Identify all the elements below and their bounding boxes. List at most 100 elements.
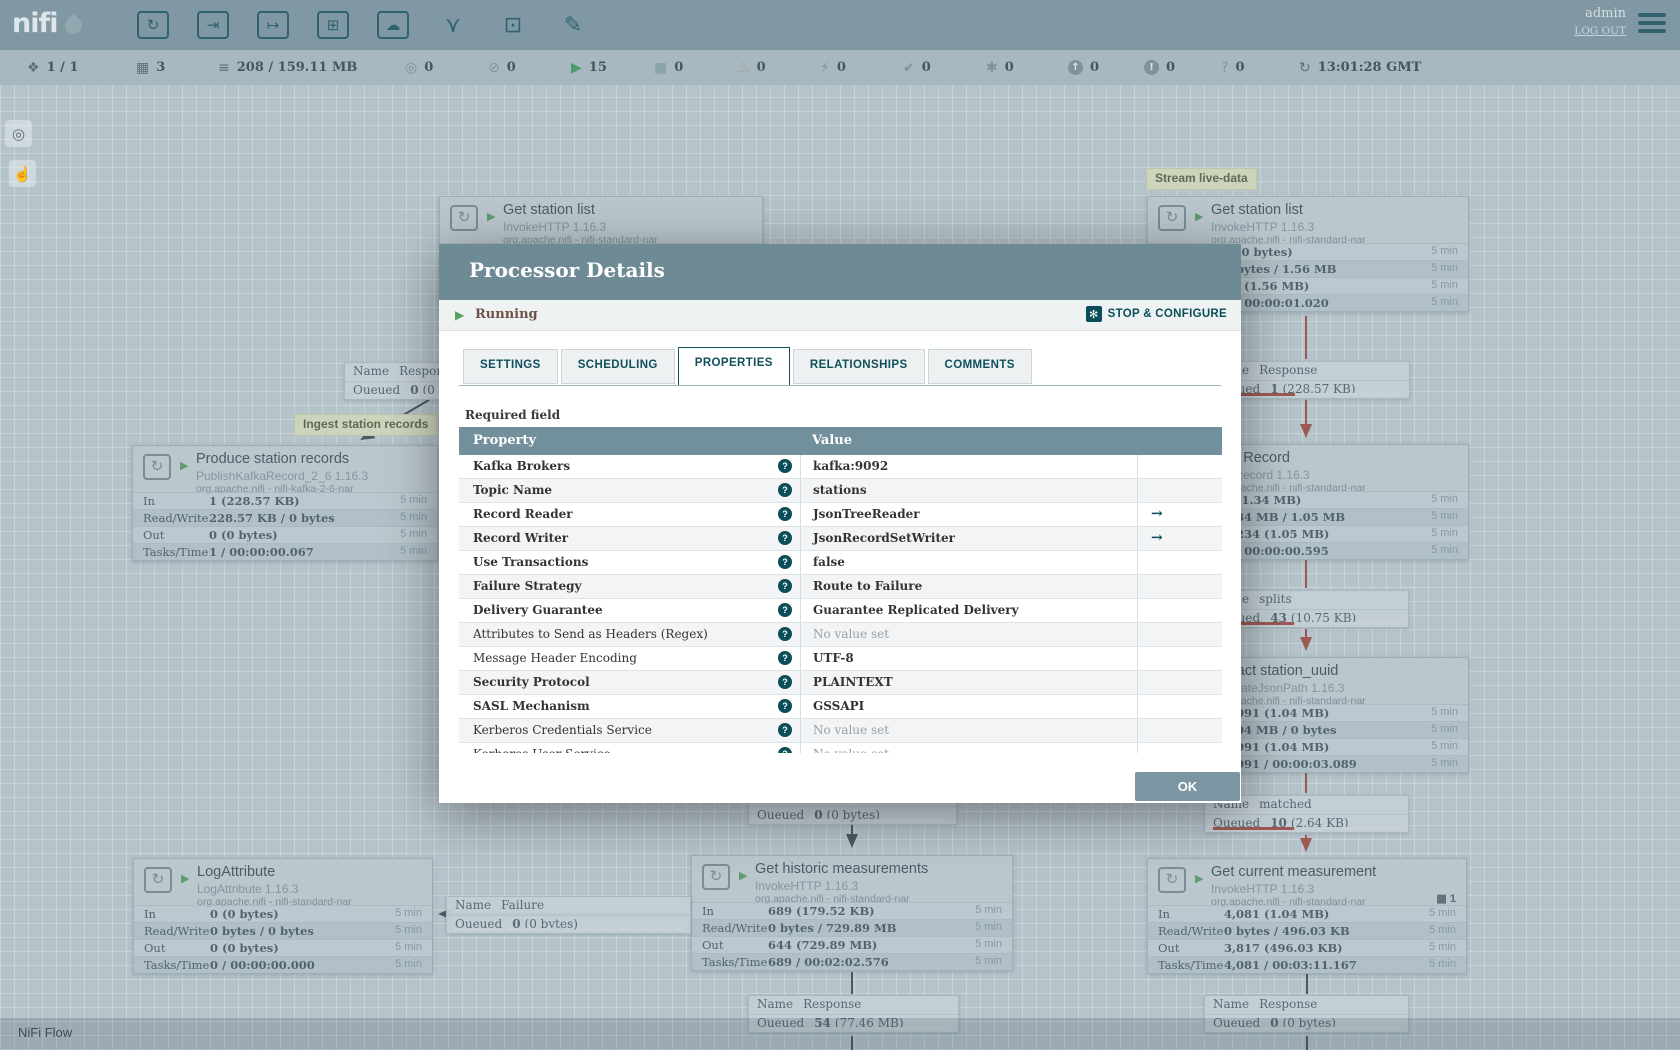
running-indicator-icon: ▶ — [739, 870, 748, 882]
stat-row: Tasks/Time 1 / 00:00:00.067 5 min — [133, 543, 437, 560]
running-indicator-icon: ▶ — [487, 211, 496, 223]
canvas-hand-icon[interactable]: ☝ — [9, 160, 36, 187]
canvas-label[interactable]: Ingest station records — [294, 414, 438, 436]
output-port-tool-icon[interactable]: ↦ — [257, 11, 289, 39]
property-row[interactable]: Use Transactions? false — [459, 551, 1222, 575]
processor-details-dialog: Processor Details ▶ Running ✻ STOP & CON… — [439, 244, 1241, 803]
invalid-status: ⚠ 0 — [737, 59, 766, 76]
canvas-target-icon[interactable]: ◎ — [5, 120, 32, 147]
tab-comments[interactable]: COMMENTS — [927, 349, 1032, 384]
processor-type: LogAttribute 1.16.3 — [197, 882, 299, 896]
ok-button[interactable]: OK — [1135, 772, 1240, 801]
processor-icon: ↻ — [1158, 205, 1186, 231]
stale-status: ↑ 0 — [1068, 50, 1099, 85]
gear-icon: ✻ — [1085, 306, 1102, 322]
global-menu-icon[interactable] — [1638, 13, 1666, 37]
property-row[interactable]: Record Writer? JsonRecordSetWriter → — [459, 527, 1222, 551]
help-icon[interactable]: ? — [778, 723, 792, 737]
help-icon[interactable]: ? — [778, 531, 792, 545]
property-row[interactable]: Record Reader? JsonTreeReader → — [459, 503, 1222, 527]
property-row[interactable]: SASL Mechanism? GSSAPI — [459, 695, 1222, 719]
help-icon[interactable]: ? — [778, 603, 792, 617]
threads-icon: ▦ — [136, 59, 150, 76]
property-row[interactable]: Kerberos Credentials Service? No value s… — [459, 719, 1222, 743]
stat-row: Out 644 (729.89 MB) 5 min — [692, 936, 1012, 953]
locally-modified-status: ✱ 0 — [986, 59, 1014, 76]
logout-link[interactable]: LOG OUT — [1574, 25, 1626, 37]
stat-row: Read/Write 0 bytes / 729.89 MB 5 min — [692, 919, 1012, 936]
goto-service-icon[interactable]: → — [1151, 530, 1163, 546]
stat-row: Tasks/Time 0 / 00:00:00.000 5 min — [134, 956, 432, 973]
property-row[interactable]: Attributes to Send as Headers (Regex)? N… — [459, 623, 1222, 647]
tab-settings[interactable]: SETTINGS — [463, 349, 558, 384]
stop-and-configure-button[interactable]: ✻ STOP & CONFIGURE — [1085, 306, 1227, 322]
help-icon[interactable]: ? — [778, 675, 792, 689]
breadcrumb[interactable]: NiFi Flow — [18, 1025, 72, 1040]
stat-row: Tasks/Time 4,081 / 00:03:11.167 5 min — [1148, 956, 1466, 973]
label-tool-icon[interactable]: ✎ — [557, 9, 589, 41]
property-row[interactable]: Delivery Guarantee? Guarantee Replicated… — [459, 599, 1222, 623]
property-row[interactable]: Message Header Encoding? UTF-8 — [459, 647, 1222, 671]
current-user: admin — [1585, 6, 1626, 21]
connection-label-failure[interactable]: Name Failure Queued 0 (0 bytes) — [446, 896, 691, 934]
processor-type: InvokeHTTP 1.16.3 — [503, 220, 607, 234]
funnel-tool-icon[interactable]: ⋎ — [437, 9, 469, 41]
processor-type: PublishKafkaRecord_2_6 1.16.3 — [196, 469, 369, 483]
remote-process-group-tool-icon[interactable]: ☁ — [377, 11, 409, 39]
processor-get-current-measurement[interactable]: ↻ ▶ Get current measurement InvokeHTTP 1… — [1147, 858, 1467, 974]
processor-type: InvokeHTTP 1.16.3 — [1211, 220, 1315, 234]
not-transmitting-icon: ⊘ — [488, 59, 500, 76]
refresh-status[interactable]: ↻ 13:01:28 GMT — [1299, 50, 1421, 85]
canvas-label[interactable]: Stream live-data — [1146, 168, 1257, 190]
help-icon[interactable]: ? — [778, 747, 792, 753]
help-icon[interactable]: ? — [778, 579, 792, 593]
run-status-text: Running — [475, 307, 538, 322]
help-icon[interactable]: ? — [778, 627, 792, 641]
processor-icon: ↻ — [143, 454, 171, 480]
running-indicator-icon: ▶ — [181, 873, 190, 885]
locally-modified-stale-status: ! 0 — [1144, 50, 1175, 85]
help-icon[interactable]: ? — [778, 651, 792, 665]
property-row[interactable]: Topic Name? stations — [459, 479, 1222, 503]
property-row[interactable]: Security Protocol? PLAINTEXT — [459, 671, 1222, 695]
stopped-icon: ■ — [654, 59, 668, 76]
tab-properties[interactable]: PROPERTIES — [677, 347, 790, 385]
template-tool-icon[interactable]: ⊡ — [497, 9, 529, 41]
property-row[interactable]: Failure Strategy? Route to Failure — [459, 575, 1222, 599]
locally-modified-icon: ✱ — [986, 59, 998, 76]
processor-get-historic-measurements[interactable]: ↻ ▶ Get historic measurements InvokeHTTP… — [691, 855, 1013, 971]
help-icon[interactable]: ? — [778, 507, 792, 521]
up-to-date-icon: ✔ — [903, 59, 915, 76]
locally-modified-stale-icon: ! — [1144, 60, 1159, 75]
sync-failure-icon: ? — [1221, 59, 1229, 76]
process-group-tool-icon[interactable]: ⊞ — [317, 11, 349, 39]
help-icon[interactable]: ? — [778, 483, 792, 497]
processor-type: InvokeHTTP 1.16.3 — [755, 879, 859, 893]
tab-relationships[interactable]: RELATIONSHIPS — [792, 349, 925, 384]
help-icon[interactable]: ? — [778, 555, 792, 569]
processor-name: LogAttribute — [197, 864, 276, 880]
required-field-note: Required field — [465, 408, 561, 422]
tab-scheduling[interactable]: SCHEDULING — [560, 349, 675, 384]
stat-row: Out 0 (0 bytes) 5 min — [134, 939, 432, 956]
input-port-tool-icon[interactable]: ⇥ — [197, 11, 229, 39]
dialog-status-bar: ▶ Running ✻ STOP & CONFIGURE — [439, 300, 1241, 331]
goto-service-icon[interactable]: → — [1151, 506, 1163, 522]
help-icon[interactable]: ? — [778, 459, 792, 473]
transmitting-icon: ◎ — [405, 59, 418, 76]
transmitting-status: ◎ 0 — [405, 59, 434, 76]
processor-type: InvokeHTTP 1.16.3 — [1211, 882, 1315, 896]
running-indicator-icon: ▶ — [1195, 211, 1204, 223]
property-row[interactable]: Kafka Brokers? kafka:9092 — [459, 455, 1222, 479]
processor-log-attribute[interactable]: ↻ ▶ LogAttribute LogAttribute 1.16.3 org… — [133, 858, 433, 974]
processor-produce-station-records[interactable]: ↻ ▶ Produce station records PublishKafka… — [132, 445, 438, 561]
help-icon[interactable]: ? — [778, 699, 792, 713]
running-indicator-icon: ▶ — [180, 460, 189, 472]
cluster-status: ❖ 1 / 1 — [27, 59, 79, 76]
stat-row: In 689 (179.52 KB) 5 min — [692, 902, 1012, 919]
grid-icon: ▦ — [1436, 893, 1450, 905]
properties-table: Property Value Kafka Brokers? kafka:9092… — [459, 427, 1222, 753]
property-row[interactable]: Kerberos User Service? No value set — [459, 743, 1222, 753]
processor-tool-icon[interactable]: ↻ — [137, 11, 169, 39]
processor-name: Produce station records — [196, 451, 350, 467]
